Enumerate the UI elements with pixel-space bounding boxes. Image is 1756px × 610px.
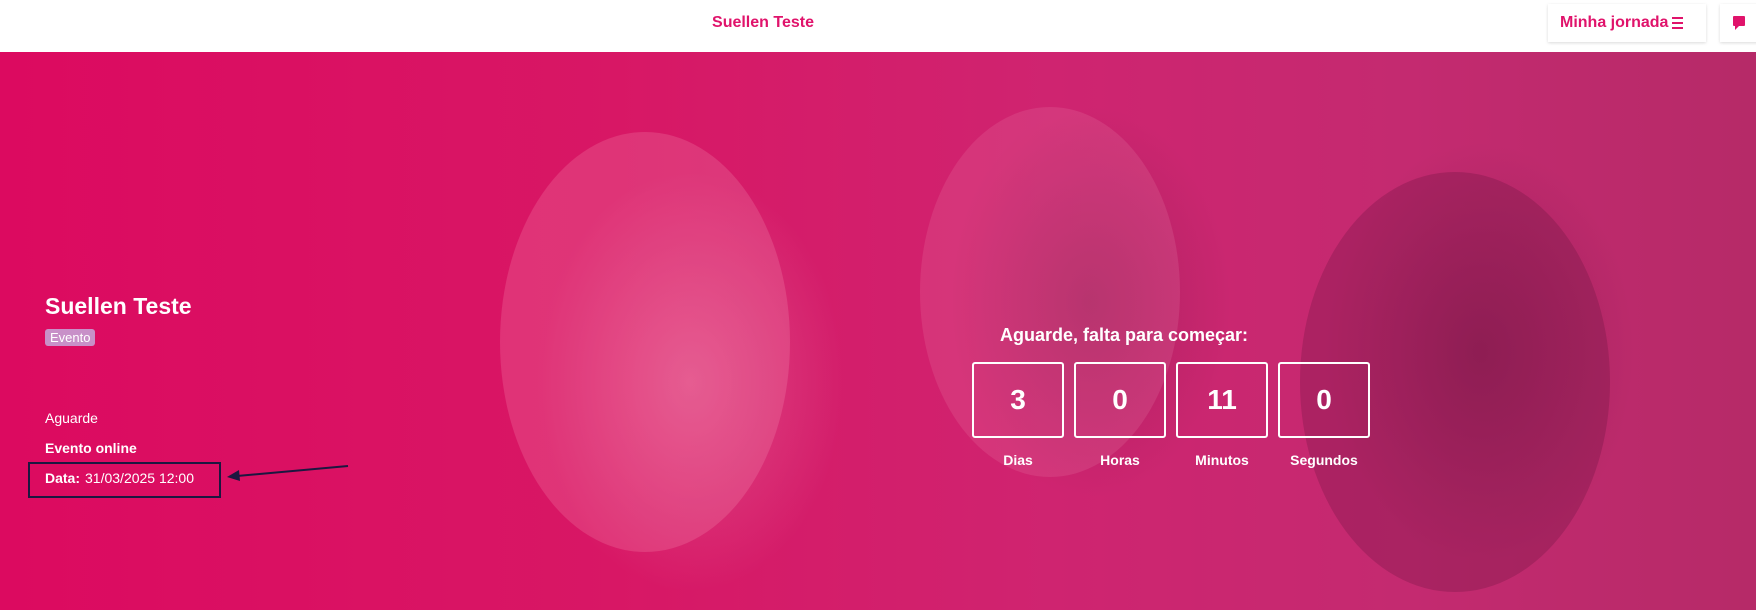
chat-icon	[1733, 16, 1745, 30]
hamburger-menu-icon[interactable]	[1672, 17, 1698, 29]
header-title: Suellen Teste	[712, 14, 814, 31]
annotation-highlight-box	[28, 462, 221, 498]
countdown-minutes-box: 11	[1176, 362, 1268, 438]
event-type-badge: Evento	[45, 329, 96, 346]
event-status: Aguarde	[45, 410, 98, 426]
event-title: Suellen Teste	[45, 293, 192, 319]
top-navigation-bar: Suellen Teste Minha jornada	[0, 0, 1756, 53]
countdown-minutes-label: Minutos	[1195, 452, 1249, 468]
my-journey-button[interactable]: Minha jornada	[1548, 4, 1706, 42]
countdown-seconds-label: Segundos	[1290, 452, 1358, 468]
countdown-seconds-box: 0	[1278, 362, 1370, 438]
countdown-title: Aguarde, falta para começar:	[999, 325, 1249, 345]
event-format: Evento online	[45, 440, 137, 456]
countdown-days-label: Dias	[1003, 452, 1033, 468]
annotation-arrow-icon	[227, 465, 349, 481]
event-hero-banner	[0, 52, 1756, 610]
countdown-hours-box: 0	[1074, 362, 1166, 438]
my-journey-label: Minha jornada	[1560, 14, 1669, 31]
countdown-hours-label: Horas	[1100, 452, 1140, 468]
countdown-days-box: 3	[972, 362, 1064, 438]
chat-button[interactable]	[1720, 4, 1756, 42]
background-photo-person-left	[500, 132, 790, 552]
